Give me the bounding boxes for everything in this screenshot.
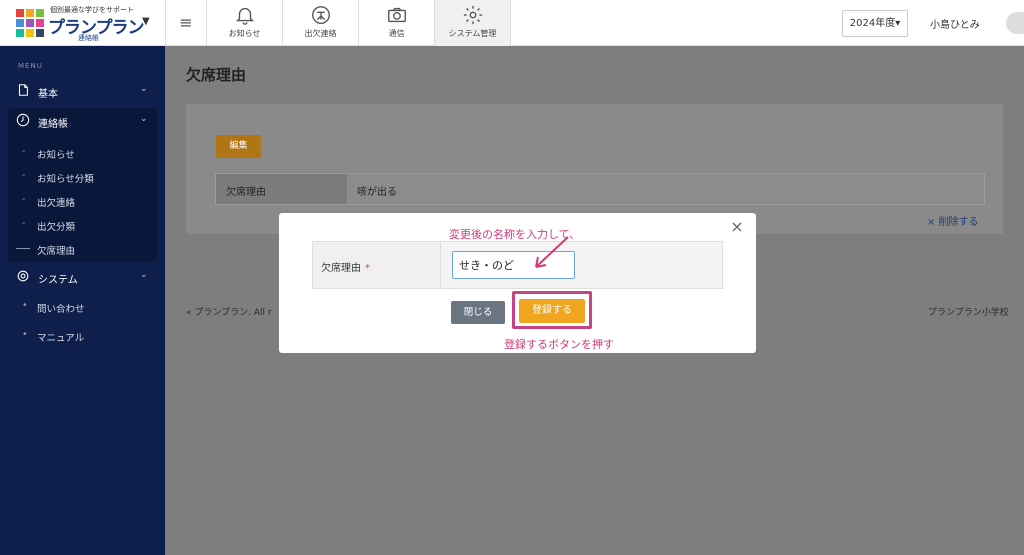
detail-row-key: 欠席理由 xyxy=(216,174,347,204)
sidebar-subitem-label: 出欠連絡 xyxy=(37,198,76,209)
sidebar-subitem-label: お知らせ分類 xyxy=(37,174,94,185)
detail-row-value: 咳が出る xyxy=(347,174,984,204)
footer-school-name: プランプラン小学校 xyxy=(928,308,1009,318)
annotation-hint-bottom: 登録するボタンを押す xyxy=(504,338,614,351)
sidebar-item-label: システム xyxy=(38,275,78,286)
sidebar-subitem-attendance[interactable]: - 出欠連絡 xyxy=(0,190,165,210)
sidebar-subitem-absence-reasons[interactable]: 欠席理由 xyxy=(0,238,165,258)
tab-newsletter[interactable]: 通信 xyxy=(359,0,435,46)
gear-icon xyxy=(463,5,482,25)
sidebar-item-renrakucho[interactable]: 連絡帳 ⌄ xyxy=(0,108,165,134)
sidebar-subitem-notices[interactable]: - お知らせ xyxy=(0,142,165,162)
register-button[interactable]: 登録する xyxy=(519,299,585,323)
logo-mark-icon xyxy=(16,9,44,37)
tab-label: 通信 xyxy=(388,29,405,38)
sidebar-subitem-inquiry[interactable]: • 問い合わせ xyxy=(0,296,165,316)
sidebar-subitem-label: 問い合わせ xyxy=(37,304,85,315)
delete-link[interactable]: × 削除する xyxy=(927,213,979,228)
annotation-arrow-icon xyxy=(535,236,569,268)
sidebar-subitem-label: 欠席理由 xyxy=(37,246,76,257)
form-label: 欠席理由 * xyxy=(313,242,440,288)
close-button[interactable]: 閉じる xyxy=(451,301,505,324)
sidebar-subitem-label: お知らせ xyxy=(37,150,75,161)
chevron-down-icon: ⌄ xyxy=(140,114,148,124)
active-indicator xyxy=(16,248,30,249)
year-select[interactable]: 2024年度▾ xyxy=(842,10,908,37)
user-name[interactable]: 小島ひとみ xyxy=(930,16,980,31)
bullet-icon: • xyxy=(22,329,28,340)
bullet-icon: - xyxy=(22,146,26,157)
detail-row: 欠席理由 咳が出る xyxy=(215,173,985,205)
tab-label: お知らせ xyxy=(228,29,261,38)
chevron-down-icon: ⌄ xyxy=(140,84,148,94)
camera-icon xyxy=(387,7,406,23)
chevron-down-icon[interactable]: ▼ xyxy=(142,16,150,27)
sidebar-subitem-attendance-categories[interactable]: - 出欠分類 xyxy=(0,214,165,234)
clock-icon xyxy=(16,113,30,127)
sidebar-item-label: 基本 xyxy=(38,89,58,100)
logo-sub: 連絡帳 xyxy=(78,34,99,42)
close-icon[interactable]: × xyxy=(728,217,746,237)
sidebar-item-system[interactable]: システム ⌄ xyxy=(0,264,165,290)
menu-heading: MENU xyxy=(18,62,43,70)
bullet-icon: - xyxy=(22,170,26,181)
sidebar-subitem-label: 出欠分類 xyxy=(37,222,76,233)
sidebar-item-label: 連絡帳 xyxy=(38,119,68,130)
app-header: 個別最適な学びをサポート プランプラン 連絡帳 ▼ ≡ お知らせ 出欠連絡 通信… xyxy=(0,0,1024,46)
hamburger-menu-icon[interactable]: ≡ xyxy=(165,0,207,46)
form-label-text: 欠席理由 xyxy=(321,263,361,274)
close-icon: × xyxy=(927,217,939,228)
sidebar-subitem-manual[interactable]: • マニュアル xyxy=(0,325,165,345)
form-value-cell xyxy=(440,242,722,288)
tab-notices[interactable]: お知らせ xyxy=(207,0,283,46)
year-select-value: 2024年度 xyxy=(849,18,896,29)
edit-button[interactable]: 編集 xyxy=(216,135,261,158)
tab-attendance[interactable]: 出欠連絡 xyxy=(283,0,359,46)
sidebar-subitem-label: マニュアル xyxy=(37,333,85,344)
app-logo[interactable]: 個別最適な学びをサポート プランプラン 連絡帳 ▼ xyxy=(0,0,165,46)
bullet-icon: - xyxy=(22,218,26,229)
bullet-icon: • xyxy=(22,300,28,311)
document-icon xyxy=(18,84,28,96)
attendance-icon xyxy=(311,6,330,24)
form-row-absence-reason: 欠席理由 * xyxy=(312,241,723,289)
tab-label: 出欠連絡 xyxy=(304,29,337,38)
footer-copyright-text: プランプラン. All r xyxy=(194,308,272,318)
chevron-down-icon: ▾ xyxy=(895,18,901,29)
bullet-icon: - xyxy=(22,194,26,205)
tab-system-admin[interactable]: システム管理 xyxy=(435,0,511,46)
sidebar-item-basic[interactable]: 基本 ⌄ xyxy=(0,78,165,104)
required-mark: * xyxy=(365,263,370,274)
sidebar: MENU 基本 ⌄ 連絡帳 ⌄ - お知らせ - お知らせ分類 - 出欠連絡 - 出欠分… xyxy=(0,46,165,555)
gear-icon xyxy=(17,270,29,282)
sidebar-subitem-notice-categories[interactable]: - お知らせ分類 xyxy=(0,166,165,186)
delete-label: 削除する xyxy=(938,217,979,228)
chevron-down-icon: ⌄ xyxy=(140,270,148,280)
tab-label: システム管理 xyxy=(448,29,497,38)
bell-icon xyxy=(235,7,254,25)
footer-copyright: « プランプラン. All r xyxy=(186,305,272,318)
page-title: 欠席理由 xyxy=(186,66,247,84)
edit-modal: × 変更後の名称を入力して、 欠席理由* 閉じる 登録する 登録するボタンを押す xyxy=(279,213,756,353)
user-menu-button[interactable] xyxy=(1006,12,1024,34)
